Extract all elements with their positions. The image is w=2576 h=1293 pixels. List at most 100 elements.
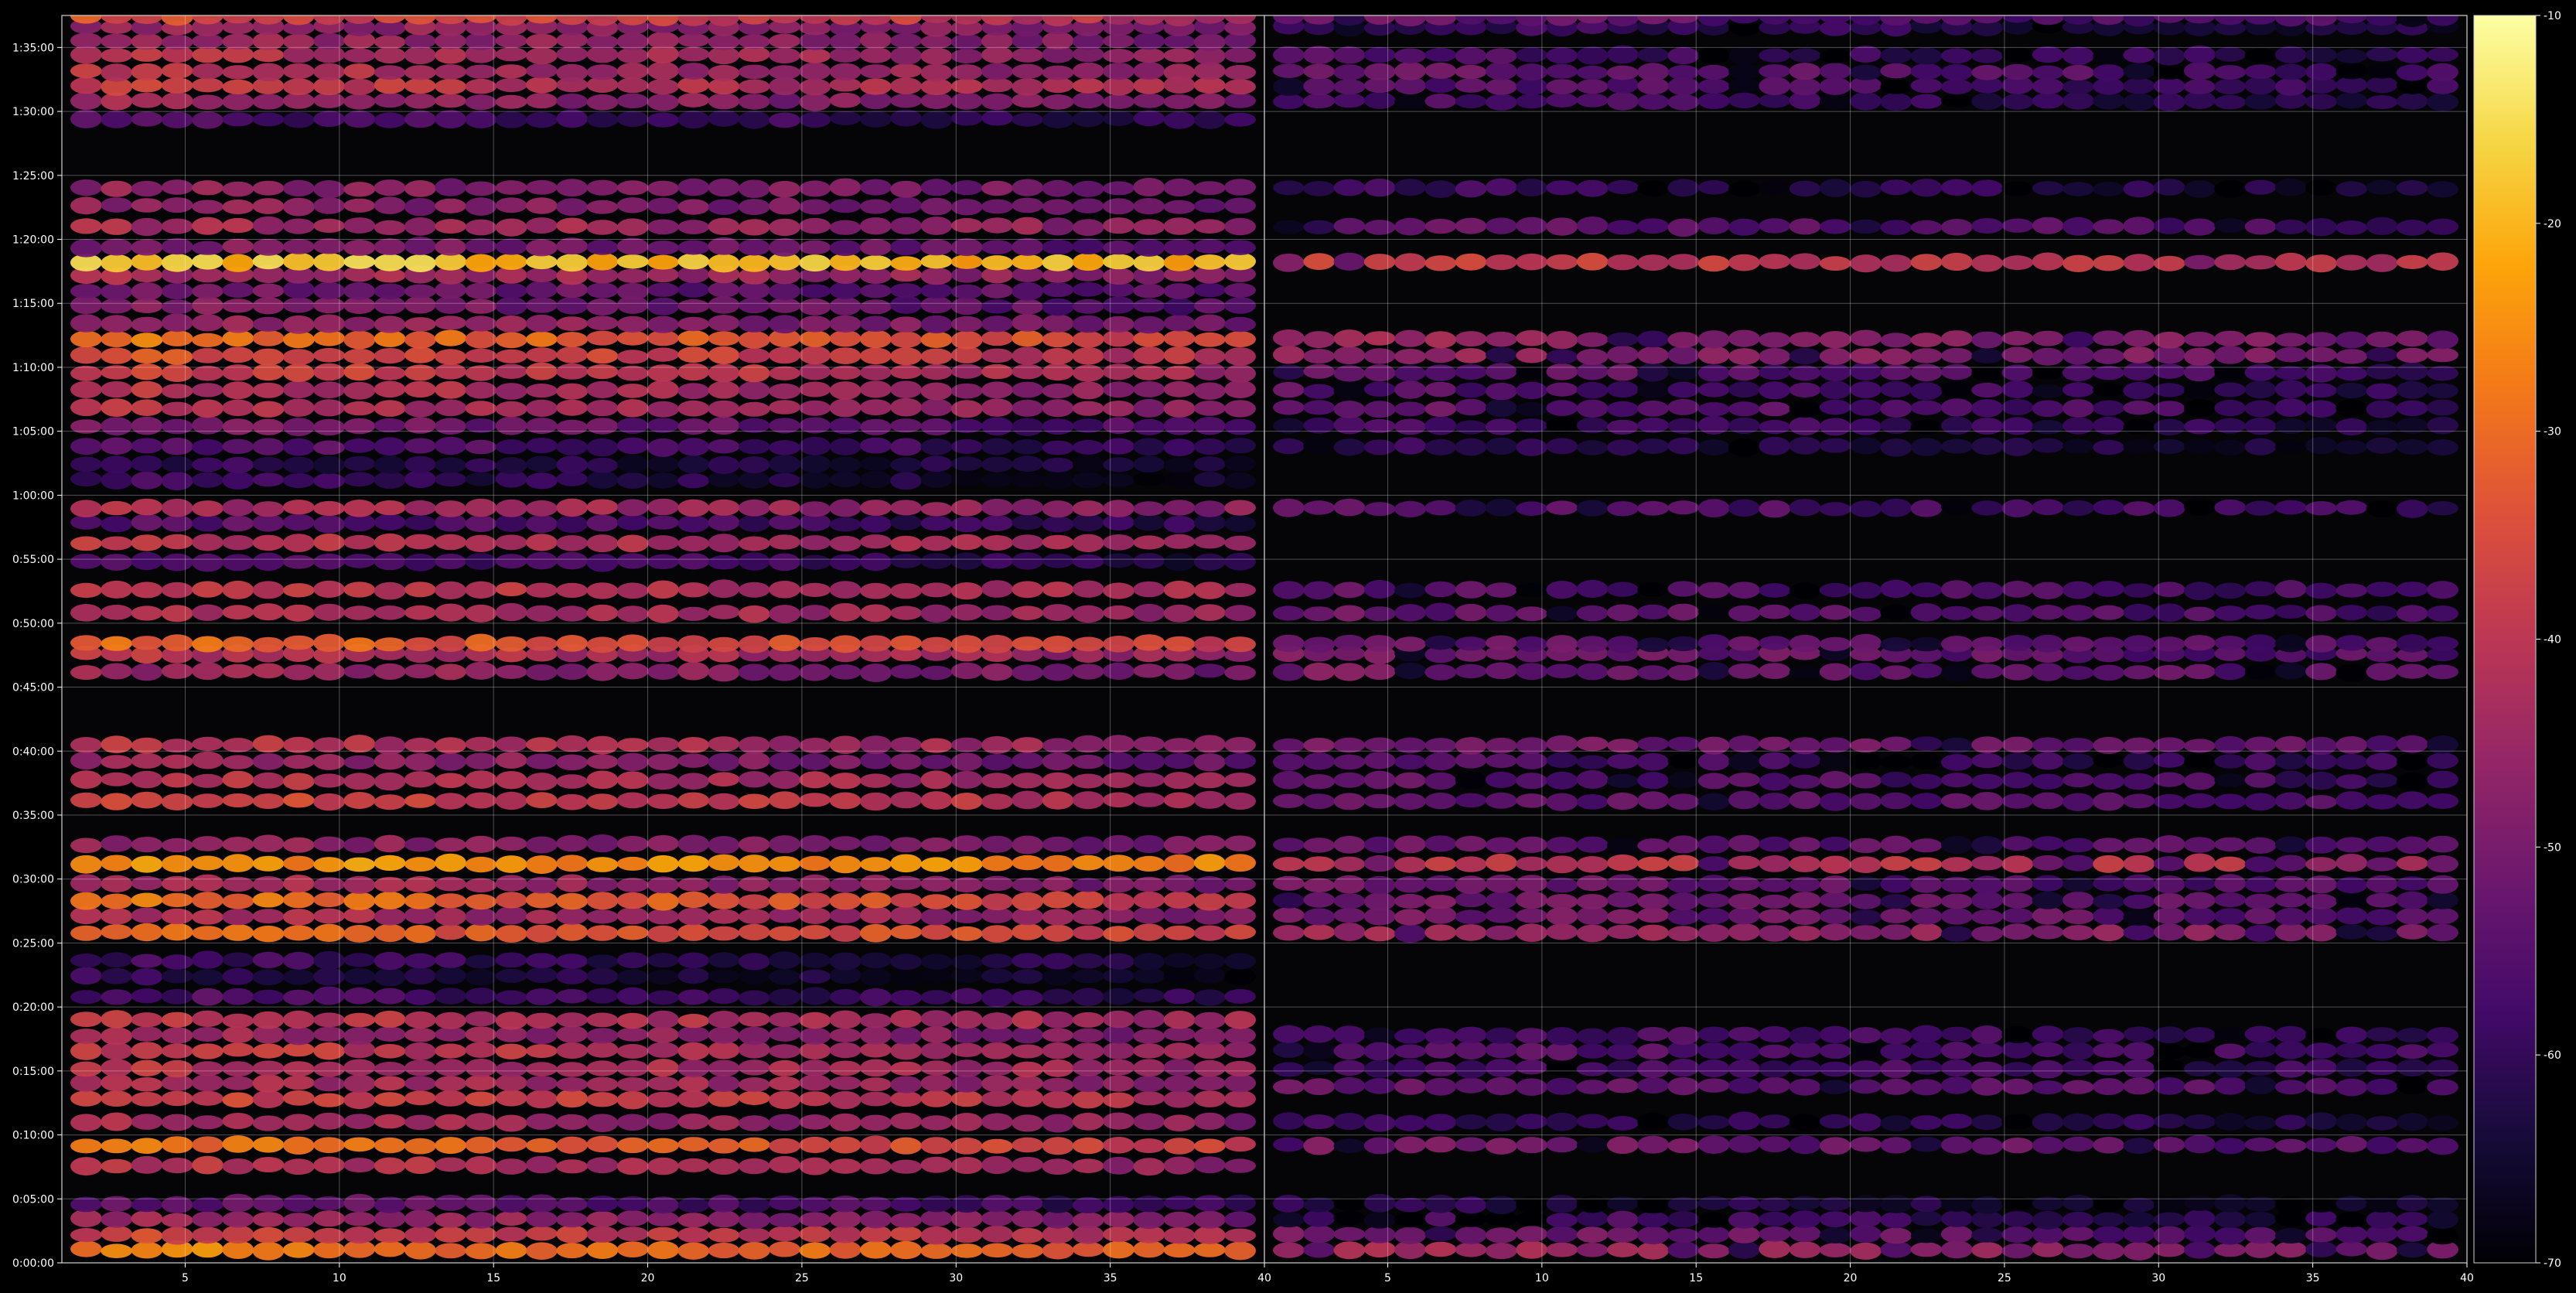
heatmap-cell (829, 438, 862, 455)
heatmap-cell (890, 554, 922, 568)
heatmap-cell (1133, 988, 1165, 1003)
heatmap-cell (252, 1011, 285, 1029)
heatmap-cell (616, 792, 649, 809)
heatmap-cell (556, 1136, 589, 1155)
heatmap-cell (465, 792, 497, 809)
heatmap-cell (101, 967, 133, 984)
heatmap-cell (1394, 754, 1426, 770)
heatmap-cell (131, 1059, 163, 1077)
heatmap-cell (101, 1158, 133, 1174)
heatmap-cell (586, 1076, 619, 1092)
heatmap-cell (981, 398, 1013, 417)
heatmap-cell (1850, 773, 1882, 789)
heatmap-cell (769, 534, 800, 550)
heatmap-cell (252, 552, 285, 571)
heatmap-cell (1546, 93, 1578, 107)
heatmap-cell (526, 1076, 558, 1091)
heatmap-cell (586, 662, 619, 681)
heatmap-cell (131, 988, 163, 1004)
heatmap-cell (1042, 891, 1074, 909)
heatmap-cell (2366, 179, 2398, 195)
heatmap-cell (1333, 582, 1366, 599)
heatmap-cell (738, 297, 770, 314)
heatmap-cell (1224, 1113, 1256, 1131)
heatmap-cell (374, 582, 406, 600)
heatmap-cell (1697, 180, 1730, 195)
heatmap-cell (2274, 605, 2307, 619)
heatmap-cell (1042, 1158, 1074, 1175)
heatmap-cell (1880, 856, 1912, 871)
heatmap-cell (1012, 790, 1044, 810)
heatmap-cell (404, 500, 436, 516)
heatmap-cell (222, 952, 254, 967)
heatmap-cell (2123, 855, 2155, 873)
heatmap-cell (465, 219, 497, 236)
heatmap-cell (1910, 857, 1943, 872)
heatmap-cell (435, 1226, 466, 1243)
heatmap-cell (1072, 299, 1104, 314)
heatmap-cell (1516, 63, 1547, 81)
heatmap-cell (2001, 1025, 2034, 1044)
heatmap-cell (252, 636, 285, 653)
heatmap-cell (1042, 855, 1074, 872)
heatmap-cell (465, 458, 497, 473)
heatmap-cell (1394, 217, 1426, 236)
heatmap-cell (192, 751, 223, 769)
heatmap-cell (1163, 500, 1196, 516)
heatmap-cell (2335, 254, 2368, 271)
heatmap-cell (2214, 254, 2247, 271)
heatmap-cell (738, 1211, 770, 1230)
heatmap-cell (1637, 893, 1670, 910)
heatmap-cell (2001, 635, 2034, 651)
colorbar-tick-label: -10 (2544, 10, 2561, 22)
heatmap-cell (738, 1227, 770, 1243)
heatmap-cell (1363, 1240, 1396, 1258)
heatmap-cell (1789, 604, 1821, 621)
heatmap-cell (192, 515, 223, 532)
heatmap-cell (1759, 583, 1791, 598)
heatmap-cell (2396, 1242, 2428, 1258)
heatmap-cell (1455, 1114, 1487, 1130)
heatmap-cell (2244, 772, 2277, 788)
heatmap-cell (1394, 1226, 1426, 1244)
heatmap-cell (2063, 753, 2094, 770)
heatmap-cell (101, 218, 133, 235)
heatmap-cell (1607, 1043, 1639, 1060)
heatmap-cell (890, 238, 922, 256)
heatmap-cell (556, 535, 589, 551)
heatmap-cell (343, 348, 376, 364)
heatmap-cell (616, 77, 649, 94)
heatmap-cell (1424, 1241, 1457, 1257)
heatmap-cell (677, 1090, 710, 1108)
heatmap-cell (70, 63, 102, 79)
heatmap-cell (2001, 346, 2034, 363)
heatmap-cell (192, 1155, 223, 1175)
heatmap-cell (2214, 908, 2247, 925)
heatmap-cell (2001, 1062, 2034, 1077)
heatmap-cell (1697, 1226, 1730, 1244)
heatmap-cell (313, 399, 345, 417)
heatmap-cell (374, 220, 406, 235)
heatmap-cell (1224, 665, 1256, 681)
heatmap-cell (101, 63, 133, 82)
heatmap-cell (192, 892, 223, 909)
heatmap-cell (890, 33, 922, 49)
heatmap-cell (981, 1210, 1013, 1226)
heatmap-cell (2063, 855, 2094, 872)
heatmap-cell (1485, 853, 1517, 872)
heatmap-cell (556, 515, 589, 534)
heatmap-cell (2214, 923, 2247, 941)
heatmap-cell (1193, 664, 1226, 678)
heatmap-cell (1224, 93, 1256, 108)
heatmap-cell (586, 499, 619, 515)
heatmap-cell (252, 94, 285, 110)
heatmap-cell (1576, 1195, 1609, 1213)
heatmap-cell (1103, 94, 1134, 109)
heatmap-cell (1303, 606, 1336, 622)
heatmap-cell (1697, 499, 1730, 518)
heatmap-cell (920, 857, 953, 872)
heatmap-cell (2244, 793, 2277, 811)
heatmap-cell (769, 346, 800, 364)
heatmap-cell (1012, 381, 1044, 398)
heatmap-cell (1163, 636, 1196, 652)
